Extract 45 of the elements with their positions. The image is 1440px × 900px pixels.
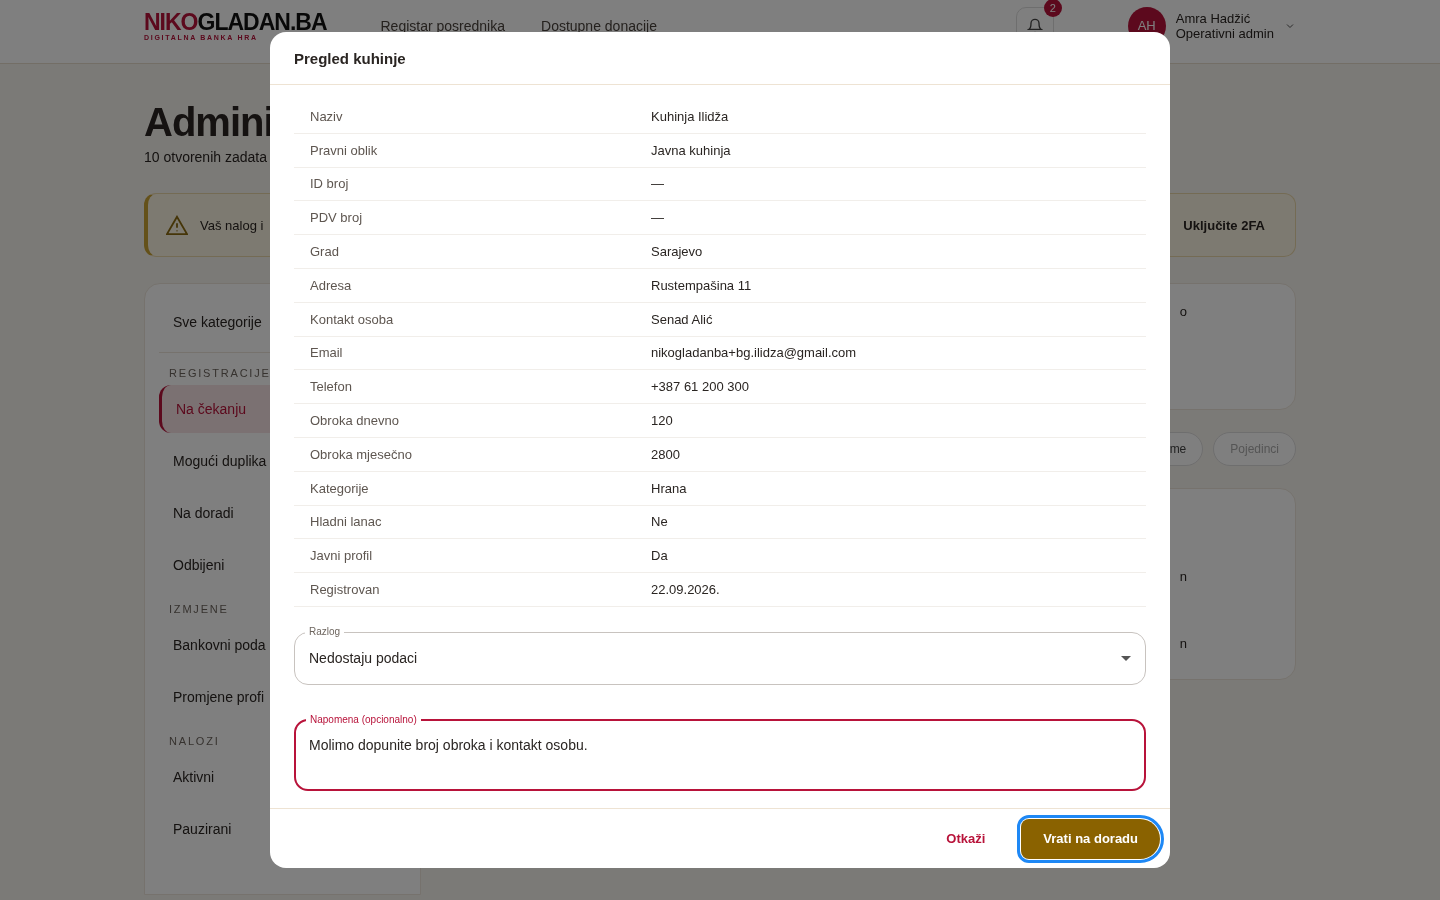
detail-value: nikogladanba+bg.ilidza@gmail.com — [651, 345, 858, 361]
detail-value: Ne — [651, 514, 669, 530]
detail-value: +387 61 200 300 — [651, 379, 750, 395]
detail-value: Hrana — [651, 480, 688, 496]
detail-label: Javni profil — [310, 548, 374, 564]
detail-value: Sarajevo — [651, 244, 704, 260]
detail-label: Email — [310, 345, 344, 361]
sidebar-section-title: NALOZI — [169, 735, 220, 747]
detail-label: Kontakt osoba — [310, 311, 395, 327]
detail-value: Senad Alić — [651, 311, 714, 327]
sidebar-section-title: IZMJENE — [169, 603, 229, 615]
table-cell: n — [1179, 636, 1187, 651]
detail-value: Da — [651, 548, 669, 564]
table-cell: n — [1179, 569, 1187, 584]
detail-label: Hladni lanac — [310, 514, 383, 530]
field-label: Razlog — [305, 624, 345, 639]
detail-value: 2800 — [651, 446, 681, 462]
page-subtitle: 10 otvorenih zadata — [144, 149, 267, 165]
detail-label: Pravni oblik — [310, 142, 379, 158]
detail-label: Naziv — [310, 108, 344, 124]
detail-label: Adresa — [310, 277, 353, 293]
alert-text: Vaš nalog i — [200, 217, 264, 233]
detail-label: PDV broj — [310, 210, 364, 226]
sidebar-section-title: REGISTRACIJE — [169, 367, 271, 379]
detail-label: ID broj — [310, 176, 350, 192]
detail-value: 120 — [651, 413, 674, 429]
page-title: Admini — [144, 100, 274, 145]
detail-label: Obroka dnevno — [310, 413, 400, 429]
user-role: Operativni admin — [1175, 25, 1274, 41]
detail-value: 22.09.2026. — [651, 582, 721, 598]
detail-value: Rustempašina 11 — [651, 277, 753, 293]
detail-label: Grad — [310, 244, 340, 260]
detail-value: Javna kuhinja — [651, 142, 732, 158]
notification-count: 2 — [1043, 0, 1062, 17]
dialog-title: Pregled kuhinje — [270, 32, 1170, 85]
field-label: Napomena (opcionalno) — [306, 712, 421, 727]
user-name: Amra Hadžić — [1175, 10, 1252, 26]
detail-value: — — [651, 210, 665, 226]
detail-value: Kuhinja Ilidža — [651, 108, 730, 124]
detail-label: Kategorije — [310, 480, 370, 496]
detail-label: Registrovan — [310, 582, 381, 598]
detail-value: — — [651, 176, 665, 192]
detail-label: Telefon — [310, 379, 353, 395]
card-text: o — [1179, 304, 1187, 319]
detail-label: Obroka mjesečno — [310, 446, 413, 462]
